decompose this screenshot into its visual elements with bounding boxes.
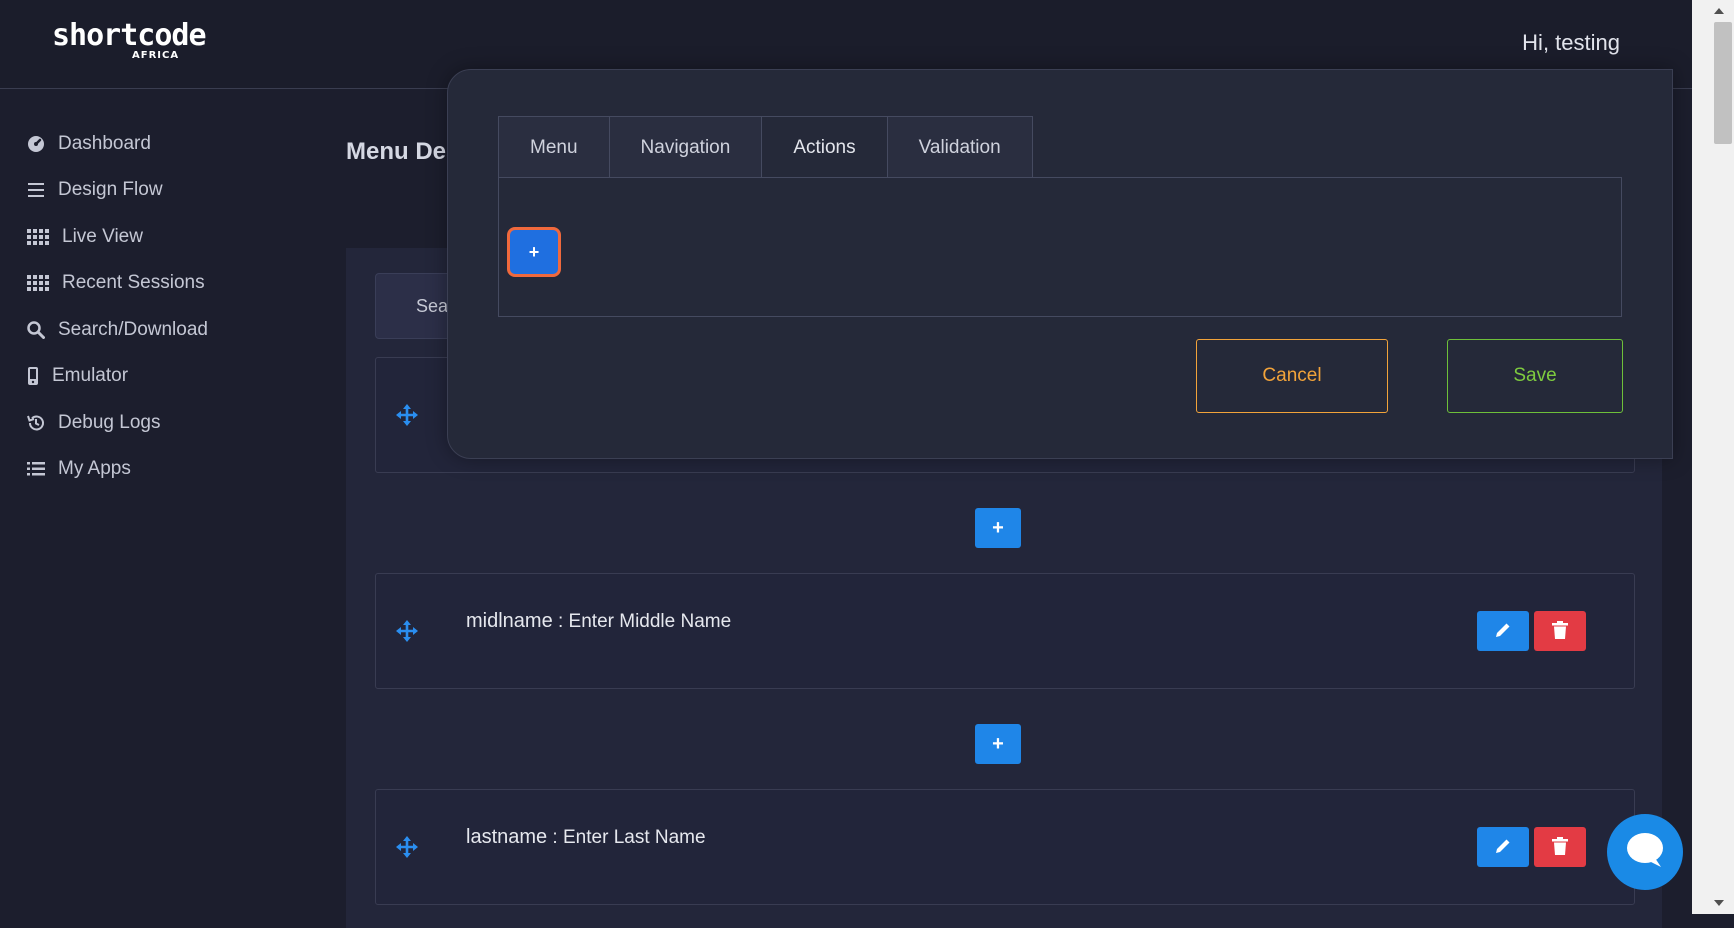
- item-label: lastname : Enter Last Name: [466, 826, 706, 848]
- cancel-button[interactable]: Cancel: [1196, 339, 1388, 413]
- sidebar-item-label: Dashboard: [58, 133, 151, 154]
- logo[interactable]: shortcode AFRICA: [52, 18, 207, 66]
- user-greeting[interactable]: Hi, testing: [1522, 30, 1620, 56]
- edit-button[interactable]: [1477, 827, 1529, 867]
- sidebar-item-label: Recent Sessions: [62, 272, 205, 293]
- sidebar-item-label: Emulator: [52, 365, 129, 386]
- pencil-icon: [1494, 621, 1512, 642]
- tab-navigation[interactable]: Navigation: [608, 116, 763, 178]
- list-item: midlname : Enter Middle Name: [375, 573, 1635, 689]
- add-action-button[interactable]: +: [510, 230, 558, 274]
- sidebar-item-live-view[interactable]: Live View: [26, 222, 143, 252]
- sidebar-item-search-download[interactable]: Search/Download: [26, 315, 208, 345]
- search-icon: [26, 320, 46, 340]
- add-item-button[interactable]: +: [975, 724, 1021, 764]
- tab-validation[interactable]: Validation: [886, 116, 1033, 178]
- tab-actions[interactable]: Actions: [761, 116, 888, 178]
- sidebar: Dashboard Design Flow Live View Recent S…: [0, 89, 340, 914]
- bars-icon: [26, 180, 46, 200]
- move-icon[interactable]: [396, 404, 418, 426]
- list-icon: [26, 459, 46, 479]
- delete-button[interactable]: [1534, 827, 1586, 867]
- sidebar-item-debug-logs[interactable]: Debug Logs: [26, 408, 160, 438]
- scroll-up-arrow-icon[interactable]: [1712, 4, 1726, 18]
- move-icon[interactable]: [396, 620, 418, 642]
- delete-button[interactable]: [1534, 611, 1586, 651]
- item-value: Enter Last Name: [563, 827, 706, 848]
- scroll-down-arrow-icon[interactable]: [1712, 896, 1726, 910]
- add-item-button[interactable]: +: [975, 508, 1021, 548]
- chat-bubble-icon: [1625, 831, 1665, 874]
- page-title: Menu Des: [346, 138, 460, 165]
- sidebar-item-label: Debug Logs: [58, 412, 161, 433]
- trash-icon: [1552, 836, 1568, 858]
- sidebar-item-dashboard[interactable]: Dashboard: [26, 129, 151, 159]
- item-label: midlname : Enter Middle Name: [466, 610, 732, 632]
- chat-widget-button[interactable]: [1607, 814, 1683, 890]
- grid-icon: [26, 227, 50, 247]
- sidebar-item-label: My Apps: [58, 458, 131, 479]
- phone-icon: [26, 366, 40, 386]
- logo-text: shortcode: [52, 18, 207, 53]
- logo-subtext: AFRICA: [132, 50, 180, 61]
- sidebar-item-label: Design Flow: [58, 179, 163, 200]
- save-button[interactable]: Save: [1447, 339, 1623, 413]
- sidebar-item-label: Search/Download: [58, 319, 208, 340]
- trash-icon: [1552, 620, 1568, 642]
- tab-content-panel: [498, 177, 1622, 317]
- list-item: lastname : Enter Last Name: [375, 789, 1635, 905]
- move-icon[interactable]: [396, 836, 418, 858]
- action-modal: Menu Navigation Actions Validation + Can…: [447, 69, 1673, 459]
- item-key: midlname: [466, 610, 553, 632]
- sidebar-item-label: Live View: [62, 226, 143, 247]
- edit-button[interactable]: [1477, 611, 1529, 651]
- sidebar-item-emulator[interactable]: Emulator: [26, 361, 128, 391]
- scrollbar-thumb[interactable]: [1714, 22, 1732, 144]
- modal-tabs: Menu Navigation Actions Validation: [498, 116, 1033, 178]
- tab-menu[interactable]: Menu: [498, 116, 610, 178]
- grid-icon: [26, 273, 50, 293]
- sidebar-item-design-flow[interactable]: Design Flow: [26, 175, 163, 205]
- sidebar-item-my-apps[interactable]: My Apps: [26, 454, 131, 484]
- dashboard-icon: [26, 134, 46, 154]
- sidebar-item-recent-sessions[interactable]: Recent Sessions: [26, 268, 205, 298]
- item-value: Enter Middle Name: [568, 611, 732, 632]
- item-key: lastname: [466, 826, 548, 848]
- pencil-icon: [1494, 837, 1512, 858]
- history-icon: [26, 413, 46, 433]
